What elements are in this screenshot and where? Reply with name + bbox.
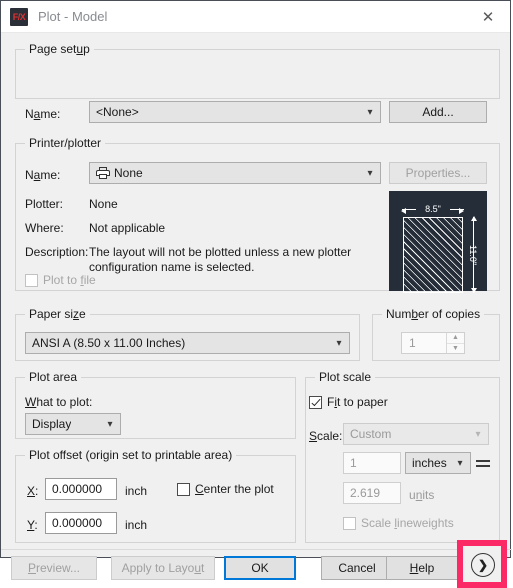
ok-button-label: OK <box>251 561 269 575</box>
printer-plotter-legend: Printer/plotter <box>25 136 106 150</box>
preview-height-text: 11.0" <box>468 244 479 266</box>
page-setup-name-combo[interactable]: <None> ▾ <box>89 101 381 123</box>
scale-denominator-input[interactable]: 2.619 <box>343 482 401 504</box>
scale-denominator-unit: units <box>409 488 435 502</box>
fit-to-paper-label: Fit to paper <box>327 395 388 409</box>
scale-lineweights-box <box>343 516 356 530</box>
plot-to-file-checkbox[interactable]: Plot to file <box>25 273 96 287</box>
paper-size-combo[interactable]: ANSI A (8.50 x 11.00 Inches) ▾ <box>25 332 350 354</box>
close-icon[interactable]: ✕ <box>466 2 510 32</box>
preview-height-dimension: 11.0" <box>467 217 479 293</box>
what-to-plot-value: Display <box>32 417 72 431</box>
scale-denominator-value: 2.619 <box>350 486 381 500</box>
help-button-label: Help <box>409 561 435 575</box>
printer-name-combo[interactable]: None ▾ <box>89 162 381 184</box>
printer-name-label: Name: <box>25 168 61 182</box>
scale-combo[interactable]: Custom ▾ <box>343 423 489 445</box>
plot-offset-x-label: X: <box>27 484 39 498</box>
plot-scale-legend: Plot scale <box>315 370 376 384</box>
center-the-plot-checkbox[interactable]: Center the plot <box>177 482 274 496</box>
copies-stepper[interactable]: 1 ▲ ▼ <box>401 332 465 354</box>
chevron-down-icon: ▾ <box>367 167 373 179</box>
description-label: Description: <box>25 245 89 259</box>
plot-area-legend: Plot area <box>25 370 82 384</box>
scale-numerator-input[interactable]: 1 <box>343 452 401 474</box>
scale-label: Scale: <box>309 429 343 443</box>
what-to-plot-label: What to plot: <box>25 395 93 409</box>
plot-dialog: F/X Plot - Model ✕ Page setup Name: <Non… <box>0 0 512 588</box>
cancel-button-label: Cancel <box>338 561 376 575</box>
center-the-plot-label: Center the plot <box>195 482 274 496</box>
properties-button[interactable]: Properties... <box>389 162 487 184</box>
scale-numerator-value: 1 <box>350 456 357 470</box>
add-button-label: Add... <box>422 105 454 119</box>
stepper-up-icon[interactable]: ▲ <box>447 333 464 344</box>
preview-button-label: Preview... <box>27 561 81 575</box>
scale-unit-combo[interactable]: inches ▾ <box>405 452 471 474</box>
preview-arrow-right-icon <box>459 208 464 214</box>
plot-offset-x-unit: inch <box>125 484 148 498</box>
title-bar: F/X Plot - Model ✕ <box>1 1 510 33</box>
copies-value: 1 <box>409 336 416 350</box>
copies-stepper-arrows[interactable]: ▲ ▼ <box>446 333 464 353</box>
plot-offset-y-value: 0.000000 <box>52 516 103 530</box>
printer-icon <box>96 167 110 179</box>
preview-paper-shape <box>403 217 463 293</box>
chevron-down-icon: ▾ <box>367 106 373 118</box>
printer-name-value: None <box>114 166 143 180</box>
plot-offset-x-input[interactable]: 0.000000 <box>45 478 117 500</box>
chevron-down-icon: ▾ <box>457 457 463 469</box>
what-to-plot-combo[interactable]: Display ▾ <box>25 413 121 435</box>
page-setup-name-label: Name: <box>25 107 61 121</box>
plot-to-file-box <box>25 273 38 287</box>
window-title: Plot - Model <box>38 9 108 24</box>
page-setup-group: Page setup <box>15 42 500 99</box>
plot-to-file-label: Plot to file <box>43 273 96 287</box>
page-setup-name-value: <None> <box>96 105 139 119</box>
chevron-right-icon: ❯ <box>477 558 489 572</box>
chevron-down-icon: ▾ <box>336 337 342 349</box>
scale-unit-value: inches <box>412 456 447 470</box>
center-the-plot-box <box>177 482 190 496</box>
preview-arrow-left-icon <box>401 208 406 214</box>
apply-to-layout-button-label: Apply to Layout <box>121 561 205 575</box>
plot-offset-y-input[interactable]: 0.000000 <box>45 512 117 534</box>
fit-to-paper-checkbox[interactable]: Fit to paper <box>309 395 388 409</box>
chevron-down-icon: ▾ <box>475 428 481 440</box>
preview-width-dimension: 8.5" <box>402 203 464 215</box>
scale-lineweights-label: Scale lineweights <box>361 516 454 530</box>
plotter-label: Plotter: <box>25 197 64 211</box>
description-line-1: The layout will not be plotted unless a … <box>89 245 352 259</box>
scale-lineweights-checkbox[interactable]: Scale lineweights <box>343 516 454 530</box>
expand-button-highlight: ❯ <box>457 540 507 588</box>
properties-button-label: Properties... <box>405 166 471 180</box>
page-setup-legend: Page setup <box>25 42 94 56</box>
copies-legend: Number of copies <box>382 307 485 321</box>
plot-offset-y-unit: inch <box>125 518 148 532</box>
dialog-body: Page setup Name: <None> ▾ Add... Printer… <box>1 33 512 588</box>
paper-preview-thumbnail: 8.5" 11.0" <box>389 191 487 293</box>
plotter-value: None <box>89 197 118 211</box>
paper-size-legend: Paper size <box>25 307 90 321</box>
fit-to-paper-box <box>309 395 322 409</box>
chevron-down-icon: ▾ <box>107 418 113 430</box>
add-button[interactable]: Add... <box>389 101 487 123</box>
where-label: Where: <box>25 221 64 235</box>
plot-offset-legend: Plot offset (origin set to printable are… <box>25 448 237 462</box>
landfx-logo-icon: F/X <box>10 7 28 26</box>
expand-dialog-button[interactable]: ❯ <box>471 553 495 577</box>
plot-offset-x-value: 0.000000 <box>52 482 103 496</box>
description-line-2: configuration name is selected. <box>89 260 255 274</box>
equals-icon <box>476 456 490 470</box>
stepper-down-icon[interactable]: ▼ <box>447 344 464 354</box>
plot-offset-y-label: Y: <box>27 518 38 532</box>
where-value: Not applicable <box>89 221 166 235</box>
footer-divider <box>1 549 512 550</box>
scale-value: Custom <box>350 427 392 441</box>
paper-size-value: ANSI A (8.50 x 11.00 Inches) <box>32 336 186 350</box>
